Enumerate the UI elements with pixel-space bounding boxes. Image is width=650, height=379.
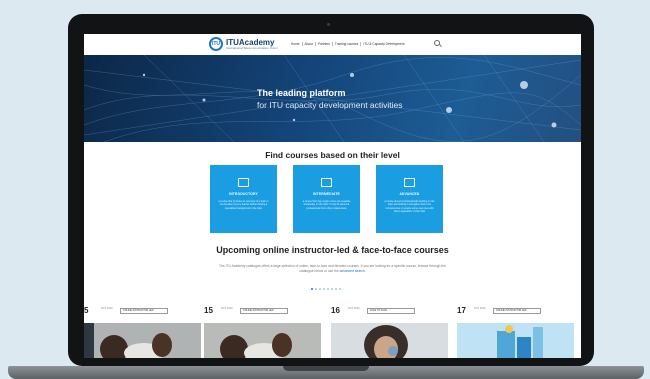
carousel-dot[interactable]	[315, 288, 317, 290]
advanced-icon	[404, 178, 415, 187]
course-card[interactable]: 5 OCT 2020 ONLINE INSTRUCTOR LED	[84, 306, 203, 358]
card-label: INTRODUCTORY	[229, 192, 258, 196]
course-day: 15	[204, 306, 213, 315]
carousel-dot[interactable]	[319, 288, 321, 290]
search-icon[interactable]	[434, 40, 440, 46]
course-type-badge: ONLINE INSTRUCTOR LED	[493, 308, 541, 314]
carousel-dot[interactable]	[327, 288, 329, 290]
card-description: a course aimed at professionals working …	[384, 200, 435, 214]
level-card-advanced[interactable]: ADVANCED a course aimed at professionals…	[376, 165, 443, 233]
hero-title: The leading platform	[257, 88, 346, 98]
level-cards: INTRODUCTORY a course that provides an o…	[210, 165, 443, 233]
card-label: ADVANCED	[399, 192, 420, 196]
introductory-icon	[238, 178, 249, 187]
carousel-dot[interactable]	[311, 288, 313, 290]
course-image	[457, 323, 574, 358]
hero-banner: The leading platform for ITU capacity de…	[84, 55, 581, 142]
course-image	[331, 323, 448, 358]
hero-subtitle: for ITU capacity development activities	[257, 100, 403, 110]
course-month: OCT 2020	[101, 307, 113, 310]
advanced-search-link[interactable]: advanced search.	[340, 269, 366, 273]
intro-text: The ITU Academy catalogue offers a large…	[218, 264, 446, 273]
logo-subtitle: International Telecommunication Union	[226, 45, 278, 50]
menu-item-about[interactable]: About	[303, 42, 316, 46]
itu-logo-icon: ITU	[209, 37, 223, 51]
course-day: 16	[331, 306, 340, 315]
course-month: OCT 2020	[221, 307, 233, 310]
menu-item-home[interactable]: Home	[289, 42, 303, 46]
itu-academy-logo[interactable]: ITU ITUAcademy International Telecommuni…	[209, 37, 278, 51]
main-menu: Home About Partners Training courses ITU…	[289, 42, 406, 46]
carousel-dot[interactable]	[323, 288, 325, 290]
carousel-dot[interactable]	[339, 288, 341, 290]
network-background	[84, 55, 581, 142]
upcoming-intro: The ITU Academy catalogue offers a large…	[214, 264, 451, 274]
menu-item-capacity-development[interactable]: ITU & Capacity Development	[361, 42, 406, 46]
course-day: 17	[457, 306, 466, 315]
card-label: INTERMEDIATE	[313, 192, 340, 196]
course-card[interactable]: 17 OCT 2020 ONLINE INSTRUCTOR LED	[457, 306, 576, 358]
course-card[interactable]: 16 OCT 2020 FACE TO FACE	[331, 306, 450, 358]
card-description: a course that may require some pre-requi…	[302, 200, 351, 210]
laptop-notch	[283, 366, 369, 371]
laptop-screen: ITU ITUAcademy International Telecommuni…	[84, 34, 581, 358]
card-description: a course that provides an overview of a …	[218, 200, 269, 210]
carousel-pagination	[311, 288, 341, 290]
course-card[interactable]: 15 OCT 2020 ONLINE INSTRUCTOR LED	[204, 306, 323, 358]
level-card-intermediate[interactable]: INTERMEDIATE a course that may require s…	[293, 165, 360, 233]
carousel-dot[interactable]	[331, 288, 333, 290]
course-month: OCT 2020	[474, 307, 486, 310]
menu-item-partners[interactable]: Partners	[316, 42, 333, 46]
course-type-badge: ONLINE INSTRUCTOR LED	[120, 308, 168, 314]
levels-heading: Find courses based on their level	[265, 150, 400, 160]
camera-icon	[327, 23, 330, 26]
course-type-badge: ONLINE INSTRUCTOR LED	[240, 308, 288, 314]
upcoming-heading: Upcoming online instructor-led & face-to…	[216, 245, 449, 255]
course-image	[84, 323, 201, 358]
course-month: OCT 2020	[348, 307, 360, 310]
course-image	[204, 323, 321, 358]
carousel-dot[interactable]	[335, 288, 337, 290]
site-header: ITU ITUAcademy International Telecommuni…	[84, 34, 581, 55]
course-day: 5	[84, 306, 89, 315]
course-carousel: 5 OCT 2020 ONLINE INSTRUCTOR LED 15 OCT …	[84, 306, 581, 358]
laptop-mockup: ITU ITUAcademy International Telecommuni…	[0, 0, 650, 379]
intermediate-icon	[321, 178, 332, 187]
level-card-introductory[interactable]: INTRODUCTORY a course that provides an o…	[210, 165, 277, 233]
course-type-badge: FACE TO FACE	[367, 308, 415, 314]
menu-item-training-courses[interactable]: Training courses	[333, 42, 362, 46]
